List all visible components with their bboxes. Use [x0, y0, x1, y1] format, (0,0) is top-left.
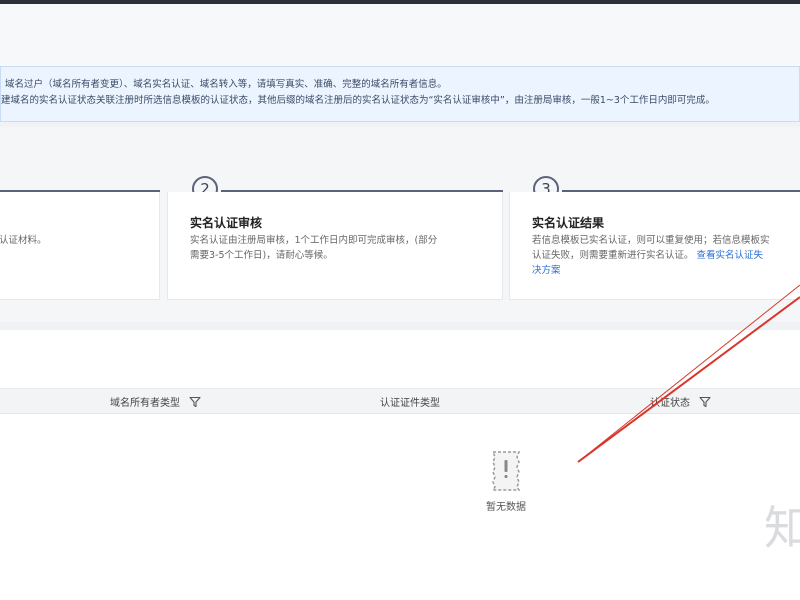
table-header: 域名所有者类型 认证证件类型 认证状态: [0, 388, 800, 414]
column-label: 认证状态: [650, 398, 690, 409]
step-3-desc-line2: 认证失败，则需要重新进行实名认证。 查看实名认证失: [532, 248, 770, 263]
step-card-3: 实名认证结果 若信息模板已实名认证，则可以重复使用；若信息模板实 认证失败，则需…: [509, 192, 800, 300]
step-card-2: 实名认证审核 实名认证由注册局审核，1个工作日内即可完成审核，(部分 需要3-5…: [167, 192, 503, 300]
step-1-desc-line: 认证材料。: [0, 235, 47, 246]
column-label: 认证证件类型: [380, 398, 440, 409]
step-2-desc: 实名认证由注册局审核，1个工作日内即可完成审核，(部分 需要3-5个工作日)，请…: [190, 233, 437, 263]
steps-panel: 2 3 认证材料。 实名认证审核 实名认证由注册局审核，1个工作日内即可完成审核…: [0, 127, 800, 322]
step-2-desc-line: 实名认证由注册局审核，1个工作日内即可完成审核，(部分: [190, 235, 438, 246]
failure-solution-link[interactable]: 查看实名认证失: [697, 250, 764, 261]
column-label: 域名所有者类型: [110, 398, 180, 409]
failure-solution-link-cont[interactable]: 决方案: [532, 263, 770, 278]
step-3-desc: 若信息模板已实名认证，则可以重复使用；若信息模板实 认证失败，则需要重新进行实名…: [532, 233, 770, 278]
empty-text: 暂无数据: [486, 502, 526, 513]
empty-state: 暂无数据: [476, 448, 536, 513]
empty-box-icon: [491, 451, 521, 491]
column-cert-type: 认证证件类型: [380, 394, 440, 409]
step-2-title: 实名认证审核: [190, 216, 263, 230]
step-card-1: 认证材料。: [0, 192, 160, 300]
step-1-desc: 认证材料。: [0, 233, 47, 248]
step-2-desc-line: 需要3-5个工作日)，请耐心等候。: [190, 250, 333, 261]
filter-icon[interactable]: [699, 396, 711, 408]
notice-line-2: 建域名的实名认证状态关联注册时所选信息模板的认证状态，其他后缀的域名注册后的实名…: [1, 95, 715, 106]
watermark: 知: [764, 501, 800, 555]
filter-icon[interactable]: [189, 396, 201, 408]
notice-banner: 域名过户（域名所有者变更）、域名实名认证、域名转入等，请填写真实、准确、完整的域…: [0, 66, 800, 122]
notice-line-1: 域名过户（域名所有者变更）、域名实名认证、域名转入等，请填写真实、准确、完整的域…: [5, 79, 447, 90]
step-3-desc-line: 若信息模板已实名认证，则可以重复使用；若信息模板实: [532, 235, 770, 246]
step-3-title: 实名认证结果: [532, 216, 605, 230]
table-panel: 域名所有者类型 认证证件类型 认证状态 暂无数据: [0, 330, 800, 600]
step-3-desc-text: 认证失败，则需要重新进行实名认证。: [532, 250, 694, 261]
column-owner-type: 域名所有者类型: [110, 394, 201, 409]
page-header: [0, 4, 800, 66]
column-status: 认证状态: [650, 394, 711, 409]
